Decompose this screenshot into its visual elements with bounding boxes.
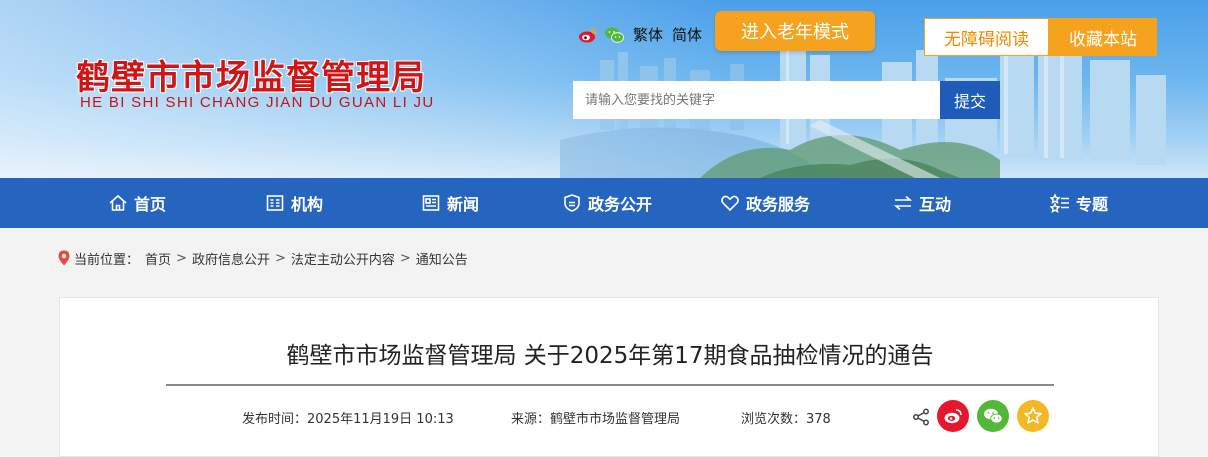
- article-card: 鹤壁市市场监督管理局 关于2025年第17期食品抽检情况的通告 发布时间：202…: [59, 297, 1159, 457]
- weibo-icon[interactable]: [578, 26, 598, 44]
- search-submit-button[interactable]: 提交: [940, 81, 1000, 119]
- breadcrumb-item-gov-info[interactable]: 政府信息公开: [192, 249, 270, 268]
- nav-item-gov-service[interactable]: 政务服务: [720, 178, 810, 228]
- nav-item-org[interactable]: 机构: [265, 178, 323, 228]
- breadcrumb-item-notices[interactable]: 通知公告: [416, 249, 468, 268]
- elder-mode-button[interactable]: 进入老年模式: [715, 11, 875, 51]
- favorite-button[interactable]: 收藏本站: [1049, 18, 1157, 56]
- exchange-icon: [893, 195, 913, 211]
- nav-label: 政务公开: [588, 195, 653, 214]
- header-banner: 鹤壁市市场监督管理局 HE BI SHI SHI CHANG JIAN DU G…: [0, 0, 1208, 178]
- breadcrumb-separator: >: [399, 250, 411, 266]
- star-list-icon: [1050, 193, 1069, 213]
- nav-label: 新闻: [447, 195, 480, 214]
- site-title: 鹤壁市市场监督管理局: [76, 58, 426, 98]
- breadcrumb-prefix: 当前位置：: [74, 252, 140, 268]
- site-pinyin: HE BI SHI SHI CHANG JIAN DU GUAN LI JU: [80, 94, 435, 111]
- nav-item-topics[interactable]: 专题: [1050, 178, 1108, 228]
- article-title: 鹤壁市市场监督管理局 关于2025年第17期食品抽检情况的通告: [286, 343, 934, 369]
- share-wechat-button[interactable]: [977, 400, 1009, 432]
- news-icon: [422, 195, 440, 211]
- wechat-icon[interactable]: [604, 26, 624, 44]
- nav-item-news[interactable]: 新闻: [421, 178, 479, 228]
- nav-label: 首页: [134, 195, 167, 214]
- simplified-chinese-link[interactable]: 简体: [672, 24, 702, 45]
- heart-icon: [721, 195, 739, 212]
- breadcrumb-item-home[interactable]: 首页: [145, 249, 171, 268]
- weibo-icon: [944, 409, 962, 424]
- breadcrumb-separator: >: [176, 250, 187, 266]
- main-nav: 首页 机构 新闻 政务公开 政务服务 互动 专题: [0, 178, 1208, 228]
- share-qzone-button[interactable]: [1017, 400, 1049, 432]
- home-icon: [109, 194, 127, 211]
- org-icon: [266, 195, 284, 211]
- share-icon[interactable]: [912, 408, 930, 426]
- nav-item-gov-open[interactable]: 政务公开: [562, 178, 652, 228]
- nav-item-interact[interactable]: 互动: [893, 178, 951, 228]
- traditional-chinese-link[interactable]: 繁体: [633, 24, 663, 45]
- title-divider: [166, 384, 1054, 386]
- accessibility-button[interactable]: 无障碍阅读: [924, 18, 1049, 56]
- share-weibo-button[interactable]: [937, 400, 969, 432]
- wechat-icon: [984, 408, 1003, 424]
- shield-doc-icon: [564, 194, 580, 212]
- location-pin-icon: [58, 250, 70, 266]
- view-count: 浏览次数：378: [741, 412, 831, 427]
- breadcrumb-item-legal-content[interactable]: 法定主动公开内容: [291, 249, 395, 268]
- breadcrumb-separator: >: [274, 250, 286, 266]
- article-source: 来源：鹤壁市市场监督管理局: [511, 412, 681, 427]
- publish-time: 发布时间：2025年11月19日 10:13: [242, 412, 454, 427]
- nav-label: 专题: [1076, 195, 1109, 214]
- nav-label: 互动: [919, 195, 952, 214]
- social-links: 繁体 简体: [578, 24, 702, 45]
- nav-item-home[interactable]: 首页: [108, 178, 166, 228]
- breadcrumb: 当前位置： 首页 > 政府信息公开 > 法定主动公开内容 > 通知公告: [58, 248, 468, 268]
- nav-label: 政务服务: [746, 195, 811, 214]
- nav-label: 机构: [291, 195, 324, 214]
- star-icon: [1024, 407, 1042, 424]
- search-input[interactable]: [573, 81, 941, 119]
